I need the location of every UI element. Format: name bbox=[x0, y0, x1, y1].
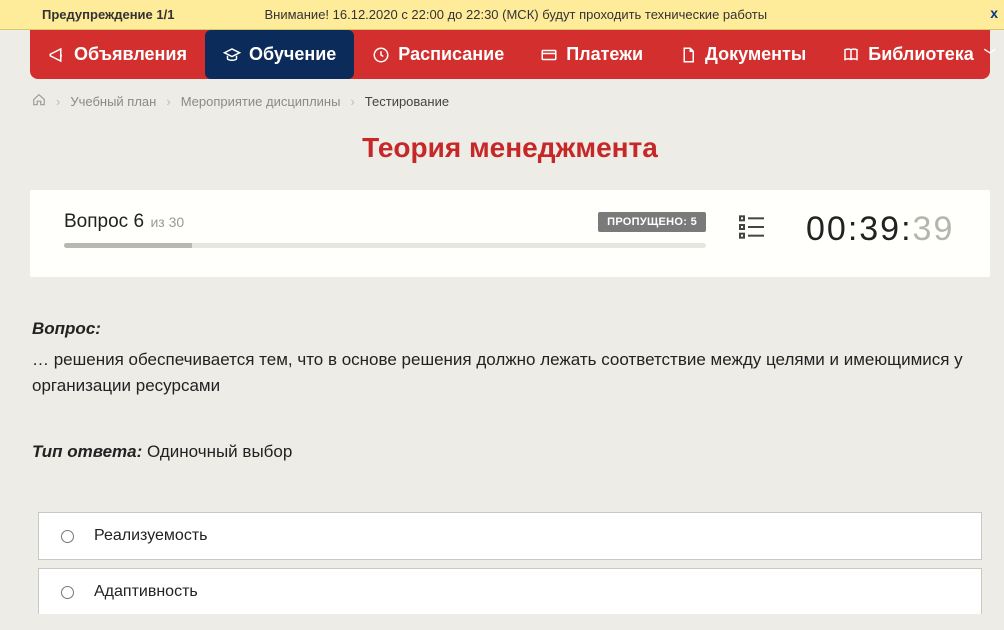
nav-schedule[interactable]: Расписание bbox=[354, 30, 522, 79]
warning-message: Внимание! 16.12.2020 с 22:00 до 22:30 (М… bbox=[264, 7, 767, 22]
answer-option[interactable]: Реализуемость bbox=[38, 512, 982, 560]
nav-label: Обучение bbox=[249, 44, 336, 65]
clock-icon bbox=[372, 46, 390, 64]
answer-radio[interactable] bbox=[61, 530, 74, 543]
question-number: Вопрос 6 bbox=[64, 211, 144, 232]
breadcrumb-sep-icon: › bbox=[166, 94, 170, 109]
question-header: Вопрос: bbox=[32, 319, 988, 339]
skipped-badge: ПРОПУЩЕНО: 5 bbox=[598, 212, 706, 232]
nav-library[interactable]: Библиотека ﹀ bbox=[824, 30, 1004, 79]
answer-type: Тип ответа: Одиночный выбор bbox=[32, 442, 988, 462]
question-text: … решения обеспечивается тем, что в осно… bbox=[32, 347, 988, 398]
book-icon bbox=[842, 46, 860, 64]
graduation-icon bbox=[223, 46, 241, 64]
document-icon bbox=[679, 46, 697, 64]
nav-payments[interactable]: Платежи bbox=[522, 30, 661, 79]
answer-option-label: Реализуемость bbox=[94, 527, 207, 545]
breadcrumb-sep-icon: › bbox=[56, 94, 60, 109]
nav-learning[interactable]: Обучение bbox=[205, 30, 354, 79]
question-list-button[interactable] bbox=[736, 211, 776, 248]
nav-label: Расписание bbox=[398, 44, 504, 65]
answer-option-label: Адаптивность bbox=[94, 583, 198, 601]
nav-label: Документы bbox=[705, 44, 806, 65]
breadcrumb-study-plan[interactable]: Учебный план bbox=[70, 94, 156, 109]
megaphone-icon bbox=[48, 46, 66, 64]
breadcrumb-discipline-event[interactable]: Мероприятие дисциплины bbox=[181, 94, 341, 109]
close-banner-button[interactable]: x bbox=[990, 5, 998, 21]
warning-banner: Предупреждение 1/1 Внимание! 16.12.2020 … bbox=[0, 0, 1004, 30]
timer-seconds: 39 bbox=[913, 210, 955, 249]
nav-label: Объявления bbox=[74, 44, 187, 65]
answer-option[interactable]: Адаптивность bbox=[38, 568, 982, 614]
breadcrumb-testing: Тестирование bbox=[365, 94, 449, 109]
home-icon[interactable] bbox=[32, 93, 46, 110]
chevron-down-icon: ﹀ bbox=[984, 46, 996, 63]
timer-main: 00:39: bbox=[806, 210, 913, 249]
progress-fill bbox=[64, 243, 192, 248]
question-total: из 30 bbox=[150, 214, 184, 230]
question-status-card: Вопрос 6 из 30 ПРОПУЩЕНО: 5 00:39:39 bbox=[30, 190, 990, 277]
breadcrumb-sep-icon: › bbox=[350, 94, 354, 109]
warning-label: Предупреждение 1/1 bbox=[42, 7, 174, 22]
answer-type-label: Тип ответа: bbox=[32, 442, 142, 461]
answer-radio[interactable] bbox=[61, 586, 74, 599]
nav-label: Платежи bbox=[566, 44, 643, 65]
answer-type-value: Одиночный выбор bbox=[142, 442, 292, 461]
nav-label: Библиотека bbox=[868, 44, 974, 65]
main-nav: Объявления Обучение Расписание Платежи bbox=[30, 30, 990, 79]
nav-documents[interactable]: Документы bbox=[661, 30, 824, 79]
nav-announcements[interactable]: Объявления bbox=[30, 30, 205, 79]
card-icon bbox=[540, 46, 558, 64]
breadcrumb: › Учебный план › Мероприятие дисциплины … bbox=[32, 93, 988, 110]
answer-options: Реализуемость Адаптивность bbox=[38, 512, 982, 614]
page-title: Теория менеджмента bbox=[0, 132, 1004, 164]
progress-bar bbox=[64, 243, 706, 248]
countdown-timer: 00:39:39 bbox=[806, 210, 956, 249]
